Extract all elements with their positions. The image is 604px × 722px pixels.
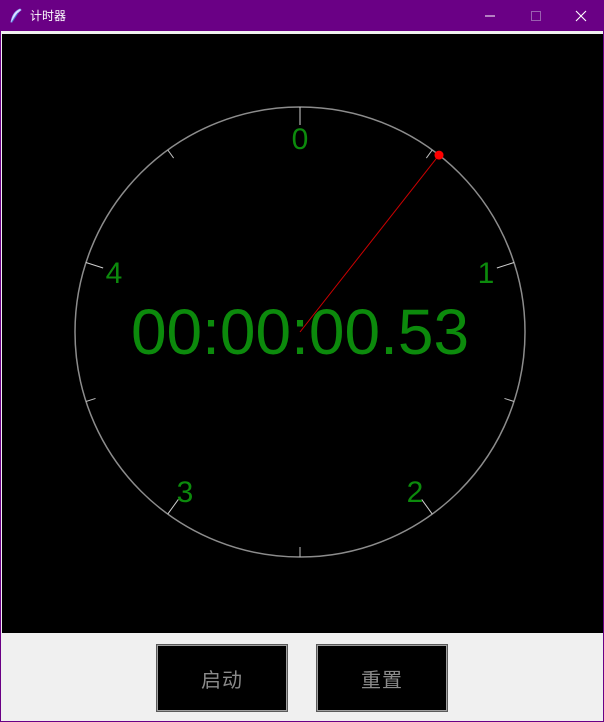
dial-label-2: 2 — [407, 476, 424, 509]
reset-button[interactable]: 重置 — [316, 644, 448, 712]
dial-tick — [504, 397, 515, 403]
clock-hand-tip — [434, 150, 444, 160]
close-icon — [575, 10, 587, 22]
minimize-icon — [485, 15, 495, 17]
dial-label-4: 4 — [106, 257, 123, 290]
control-bar: 启动 重置 — [1, 633, 603, 721]
dial-label-0: 0 — [292, 123, 309, 156]
window-title: 计时器 — [30, 9, 67, 23]
start-button-label: 启动 — [201, 667, 243, 692]
dial-tick — [425, 149, 433, 159]
dial-tick — [496, 261, 515, 269]
dial-tick — [167, 149, 175, 159]
dial-tick — [85, 261, 104, 269]
clock-canvas: 0 1 2 3 4 00:00:00.53 — [2, 34, 603, 633]
dial-label-3: 3 — [177, 476, 194, 509]
title-bar[interactable]: 计时器 — [1, 1, 603, 31]
minimize-button[interactable] — [467, 1, 513, 31]
dial-label-1: 1 — [478, 257, 495, 290]
maximize-icon — [531, 11, 541, 21]
reset-button-label: 重置 — [361, 667, 403, 692]
feather-icon — [9, 8, 23, 24]
maximize-button[interactable] — [513, 1, 559, 31]
start-button[interactable]: 启动 — [156, 644, 288, 712]
app-window: 计时器 0 1 2 3 4 00:00:00.53 启动 重置 — [0, 0, 604, 722]
close-button[interactable] — [558, 1, 604, 31]
dial-tick — [85, 397, 96, 403]
